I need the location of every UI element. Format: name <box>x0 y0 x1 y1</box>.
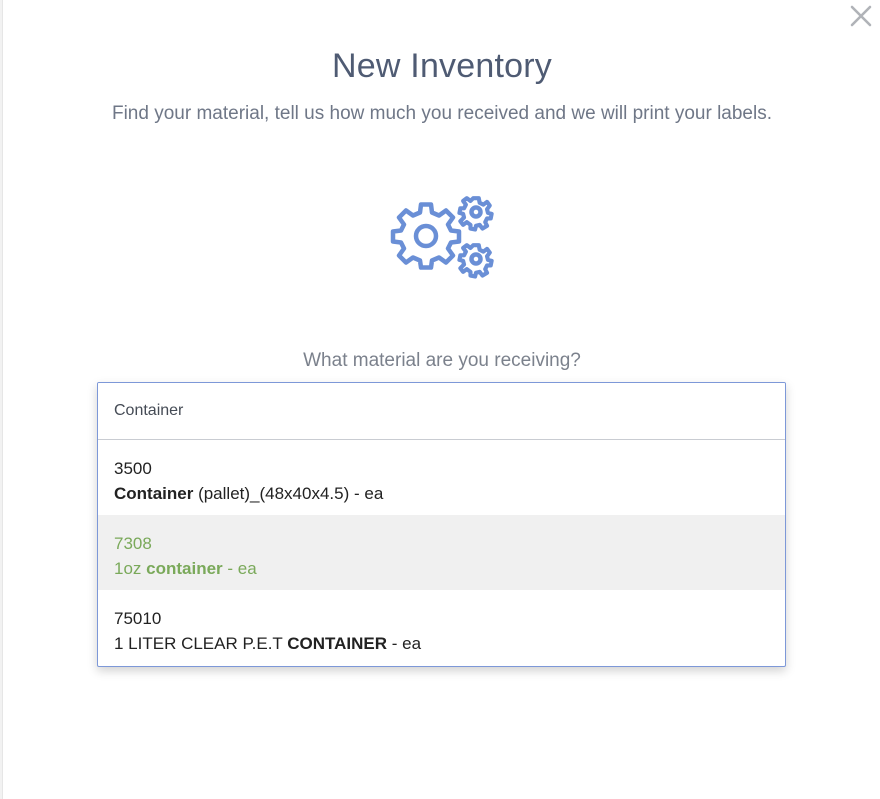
result-option[interactable]: 75010 1 LITER CLEAR P.E.T CONTAINER - ea <box>98 590 785 665</box>
result-option[interactable]: 3500 Container (pallet)_(48x40x4.5) - ea <box>98 440 785 515</box>
close-button[interactable] <box>848 3 874 29</box>
result-description: 1oz container - ea <box>114 556 769 581</box>
result-description: 1 LITER CLEAR P.E.T CONTAINER - ea <box>114 631 769 656</box>
result-code: 7308 <box>114 534 152 553</box>
result-prefix: 1 LITER CLEAR P.E.T <box>114 634 288 653</box>
new-inventory-modal: New Inventory Find your material, tell u… <box>2 0 880 799</box>
result-match: Container <box>114 484 194 503</box>
material-search-input[interactable] <box>98 383 785 440</box>
result-match: CONTAINER <box>287 634 388 653</box>
result-option-highlighted[interactable]: 7308 1oz container - ea <box>98 515 785 590</box>
result-prefix: 1oz <box>114 559 147 578</box>
modal-title: New Inventory <box>332 47 552 85</box>
modal-subtitle: Find your material, tell us how much you… <box>111 103 773 124</box>
result-code: 75010 <box>114 609 162 628</box>
result-description: Container (pallet)_(48x40x4.5) - ea <box>114 481 769 506</box>
material-combobox: 3500 Container (pallet)_(48x40x4.5) - ea… <box>97 382 786 667</box>
result-suffix: (pallet)_(48x40x4.5) - ea <box>193 484 384 503</box>
result-suffix: - ea <box>387 634 422 653</box>
material-question: What material are you receiving? <box>303 350 581 371</box>
close-icon <box>850 5 872 27</box>
result-match: container <box>146 559 223 578</box>
result-code: 3500 <box>114 459 152 478</box>
result-suffix: - ea <box>222 559 257 578</box>
gears-icon <box>390 196 494 279</box>
